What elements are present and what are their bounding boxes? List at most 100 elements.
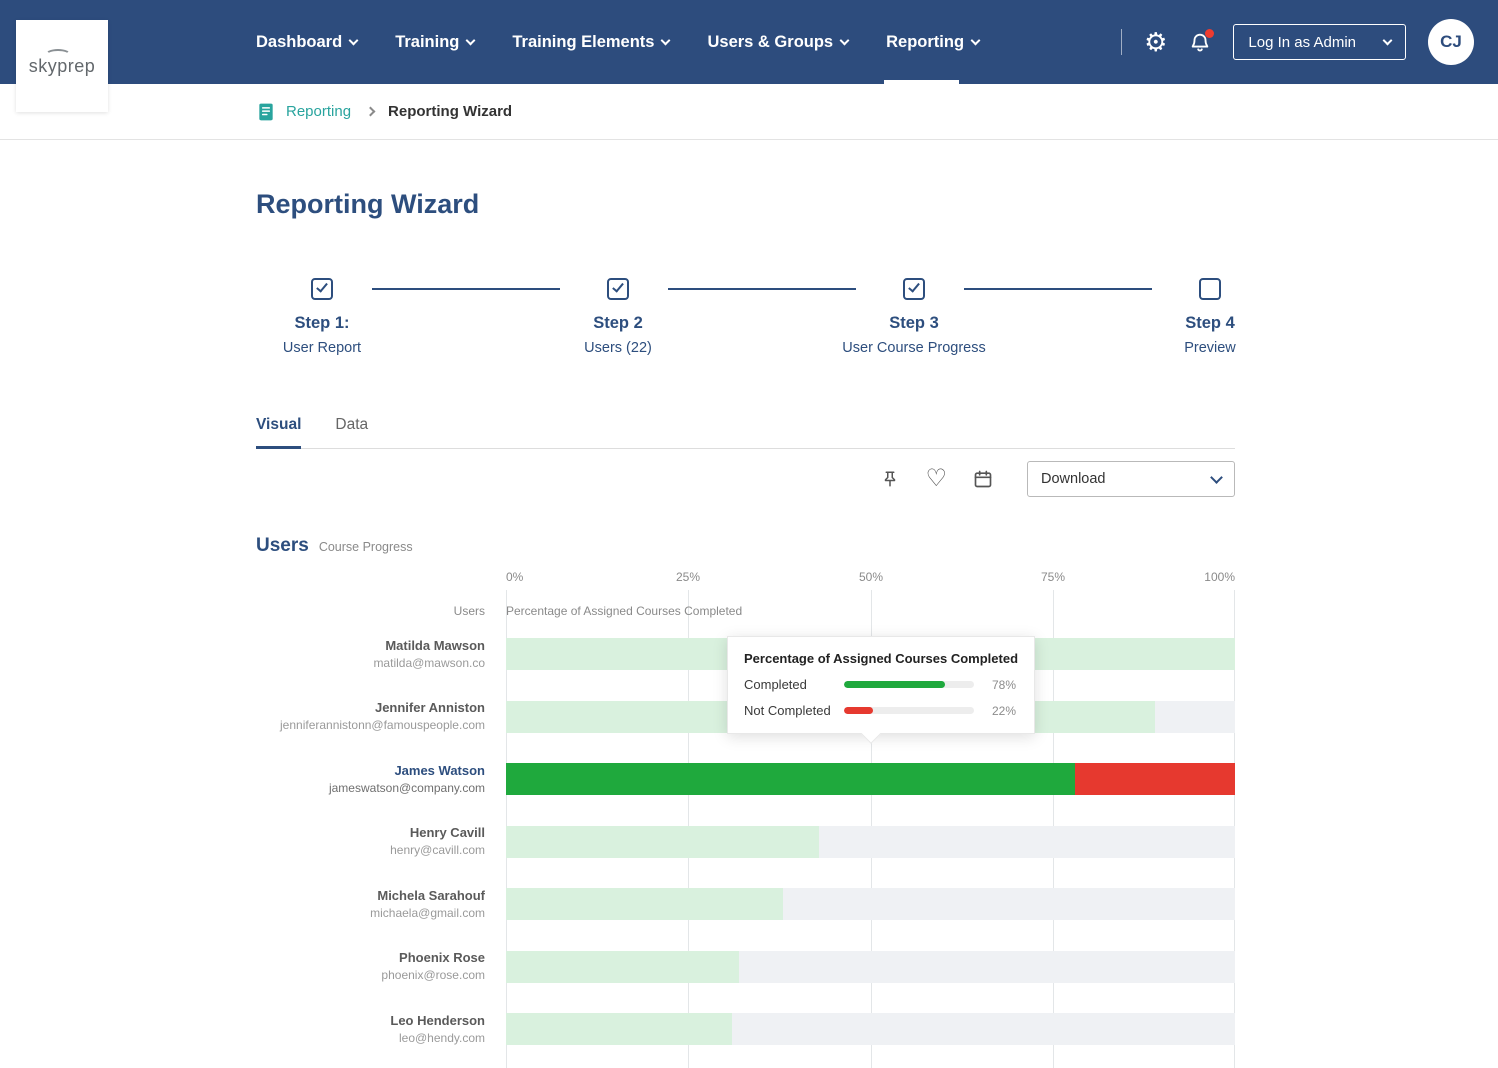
calendar-icon[interactable] <box>973 469 993 489</box>
notification-dot <box>1205 29 1215 38</box>
x-axis-ticks: 0% 25% 50% 75% 100% <box>256 570 1235 584</box>
nav-reporting[interactable]: Reporting <box>884 0 981 84</box>
user-label: Michela Sarahouf michaela@gmail.com <box>256 888 506 921</box>
axis-tick: 75% <box>1040 570 1066 584</box>
report-icon <box>259 103 273 120</box>
tooltip-not-completed-bar <box>844 707 974 714</box>
user-label: James Watson jameswatson@company.com <box>256 763 506 796</box>
nav-dashboard-label: Dashboard <box>256 32 343 51</box>
metric-column-header: Percentage of Assigned Courses Completed <box>506 604 743 618</box>
column-headers: Users Percentage of Assigned Courses Com… <box>256 604 1235 618</box>
view-tabs: Visual Data <box>256 416 1235 449</box>
logo-swoosh <box>44 48 71 61</box>
user-name: Jennifer Anniston <box>374 700 485 716</box>
step-3-checkbox[interactable] <box>903 278 925 300</box>
user-email: henry@cavill.com <box>390 843 485 858</box>
avatar-initials: CJ <box>1440 32 1462 51</box>
breadcrumb-reporting-link[interactable]: Reporting <box>286 103 351 120</box>
pin-icon[interactable] <box>881 468 899 490</box>
course-progress-chart: 0% 25% 50% 75% 100% Users Percentage of … <box>256 570 1235 1068</box>
nav-divider <box>1121 29 1123 55</box>
chart-row: James Watson jameswatson@company.com <box>256 748 1235 811</box>
nav-dashboard[interactable]: Dashboard <box>256 0 359 84</box>
progress-bar[interactable] <box>506 1013 1235 1046</box>
users-column-header: Users <box>453 604 485 618</box>
not-completed-segment[interactable] <box>1074 763 1235 796</box>
user-label: Matilda Mawson matilda@mawson.co <box>256 638 506 671</box>
nav-training-label: Training <box>395 32 460 51</box>
tab-data[interactable]: Data <box>335 416 368 448</box>
axis-tick: 0% <box>506 570 524 584</box>
tooltip-not-completed-value: 22% <box>991 703 1016 718</box>
completed-segment[interactable] <box>506 1013 732 1046</box>
user-email: leo@hendy.com <box>398 1030 485 1045</box>
chevron-down-icon <box>1382 35 1393 45</box>
main-nav: Dashboard Training Training Elements Use… <box>256 0 981 84</box>
wizard-stepper: Step 1: User Report Step 2 Users (22) St… <box>256 278 1236 374</box>
tooltip-not-completed-label: Not Completed <box>744 703 831 718</box>
step-1-title: Step 1: <box>294 314 350 332</box>
tooltip-completed-bar <box>844 681 974 688</box>
step-1-subtitle: User Report <box>282 340 362 356</box>
login-as-admin-button[interactable]: Log In as Admin <box>1233 24 1406 60</box>
completed-segment[interactable] <box>506 888 784 921</box>
axis-tick: 100% <box>1204 570 1235 584</box>
user-name: Michela Sarahouf <box>377 887 485 903</box>
skyprep-logo[interactable]: skyprep <box>16 20 108 112</box>
chart-tooltip: Percentage of Assigned Courses Completed… <box>727 636 1036 744</box>
progress-bar[interactable] <box>506 888 1235 921</box>
download-label: Download <box>1041 471 1106 487</box>
nav-training[interactable]: Training <box>395 0 476 84</box>
nav-reporting-label: Reporting <box>886 32 965 51</box>
breadcrumb-current: Reporting Wizard <box>388 103 513 120</box>
step-3: Step 3 User Course Progress <box>804 278 1024 357</box>
step-1-checkbox[interactable] <box>311 278 333 300</box>
gear-icon[interactable]: ⚙ <box>1144 29 1167 55</box>
tooltip-completed-label: Completed <box>744 677 807 692</box>
step-3-subtitle: User Course Progress <box>842 340 986 356</box>
step-4-subtitle: Preview <box>1184 340 1236 356</box>
step-4-checkbox[interactable] <box>1199 278 1221 300</box>
completed-segment[interactable] <box>506 763 1075 796</box>
completed-segment[interactable] <box>506 825 820 858</box>
step-1: Step 1: User Report <box>212 278 432 357</box>
chevron-down-icon <box>839 35 850 45</box>
bell-icon[interactable] <box>1189 29 1215 54</box>
step-4: Step 4 Preview <box>1100 278 1320 357</box>
chevron-down-icon <box>1210 470 1223 484</box>
tooltip-completed-fill <box>844 681 946 688</box>
user-name: Matilda Mawson <box>385 637 485 653</box>
step-2: Step 2 Users (22) <box>508 278 728 357</box>
progress-bar[interactable] <box>506 950 1235 983</box>
user-email: michaela@gmail.com <box>370 905 485 920</box>
completed-segment[interactable] <box>506 950 740 983</box>
user-email: jameswatson@company.com <box>328 780 485 795</box>
chevron-down-icon <box>661 35 671 45</box>
chart-row: Leo Henderson leo@hendy.com <box>256 998 1235 1061</box>
nav-users-groups[interactable]: Users & Groups <box>707 0 850 84</box>
tooltip-title: Percentage of Assigned Courses Completed <box>744 651 1019 666</box>
tab-visual[interactable]: Visual <box>256 416 302 449</box>
favorite-icon[interactable]: ♡ <box>925 467 947 491</box>
tooltip-completed-value: 78% <box>991 677 1016 692</box>
nav-right-cluster: ⚙ Log In as Admin CJ <box>1121 0 1474 84</box>
step-2-title: Step 2 <box>593 314 643 332</box>
progress-bar[interactable] <box>506 825 1235 858</box>
download-dropdown[interactable]: Download <box>1027 461 1235 497</box>
user-name: James Watson <box>394 762 485 778</box>
step-2-checkbox[interactable] <box>607 278 629 300</box>
user-name: Leo Henderson <box>390 1012 485 1028</box>
chart-header: Users Course Progress <box>256 535 1235 557</box>
chart-subtitle: Course Progress <box>318 540 413 554</box>
avatar[interactable]: CJ <box>1428 19 1474 65</box>
axis-tick: 50% <box>858 570 884 584</box>
user-label: Jennifer Anniston jenniferannistonn@famou… <box>256 700 506 733</box>
chevron-right-icon <box>365 106 376 117</box>
chart-row: Michela Sarahouf michaela@gmail.com <box>256 873 1235 936</box>
progress-bar[interactable] <box>506 763 1235 796</box>
step-2-subtitle: Users (22) <box>584 340 652 356</box>
chevron-down-icon <box>348 35 359 45</box>
nav-training-elements[interactable]: Training Elements <box>512 0 671 84</box>
chevron-down-icon <box>465 35 476 45</box>
check-icon <box>908 280 920 293</box>
